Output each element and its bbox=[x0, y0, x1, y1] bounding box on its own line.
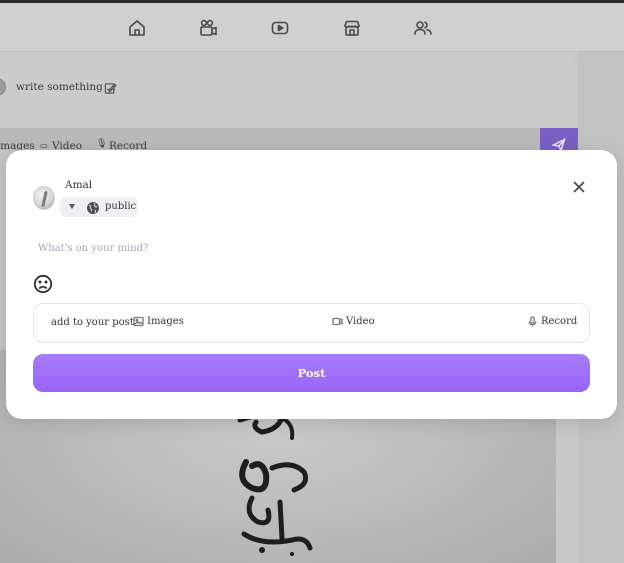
create-post-modal: Amal public add to your post Images Vide… bbox=[6, 150, 617, 419]
video-option-label: Video bbox=[346, 316, 375, 327]
avatar bbox=[33, 186, 55, 210]
post-button[interactable]: Post bbox=[33, 354, 590, 392]
add-to-post-label: add to your post bbox=[51, 317, 134, 328]
calligraphy-artwork bbox=[222, 410, 332, 563]
close-icon[interactable] bbox=[572, 179, 586, 193]
globe-icon bbox=[86, 200, 100, 214]
record-option-label: Record bbox=[541, 316, 578, 327]
emoji-icon[interactable] bbox=[33, 274, 53, 294]
privacy-label: public bbox=[105, 201, 137, 212]
top-navbar bbox=[0, 3, 624, 52]
send-icon bbox=[540, 128, 578, 152]
microphone-icon bbox=[528, 316, 537, 327]
images-option[interactable]: Images bbox=[133, 316, 184, 327]
image-icon bbox=[133, 316, 144, 327]
background-action-bar: Images Video ▭ Record 🎙 bbox=[0, 128, 578, 152]
background-avatar bbox=[0, 78, 6, 96]
background-write-placeholder: write something ... bbox=[16, 81, 117, 93]
video-icon bbox=[332, 317, 343, 326]
background-mic-icon: 🎙 bbox=[96, 139, 108, 149]
images-option-label: Images bbox=[147, 316, 184, 327]
background-composer-top: write something ... bbox=[0, 58, 578, 128]
post-text-input[interactable] bbox=[38, 240, 438, 256]
edit-icon bbox=[104, 80, 117, 94]
video-camera-icon[interactable] bbox=[197, 17, 219, 39]
record-option[interactable]: Record bbox=[527, 316, 577, 327]
background-video-icon: ▭ bbox=[40, 141, 48, 150]
home-icon[interactable] bbox=[126, 17, 148, 39]
caret-down-icon bbox=[69, 204, 75, 209]
users-icon[interactable] bbox=[412, 17, 434, 39]
play-icon[interactable] bbox=[269, 17, 291, 39]
privacy-selector[interactable]: public bbox=[60, 197, 138, 217]
store-icon[interactable] bbox=[341, 17, 363, 39]
video-option[interactable]: Video bbox=[332, 316, 375, 327]
add-to-post-bar: add to your post Images Video Record bbox=[33, 303, 590, 343]
user-name: Amal bbox=[65, 179, 93, 191]
